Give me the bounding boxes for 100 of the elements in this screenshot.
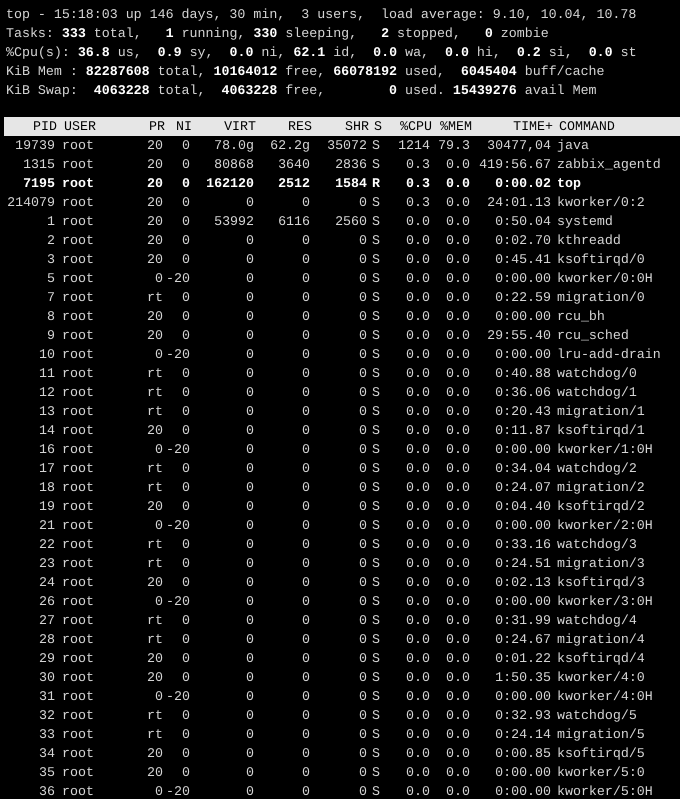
table-cell-text: 0: [358, 251, 367, 269]
table-cell-text: 0.0: [445, 612, 470, 630]
table-cell-text: 0: [358, 365, 367, 383]
table-cell-text: 0:20.43: [494, 403, 551, 421]
table-cell-text: 20: [146, 194, 163, 212]
table-cell-text: 0.0: [405, 251, 430, 269]
table-cell-text: 34: [38, 745, 55, 763]
table-cell-text: rcu_sched: [556, 327, 630, 345]
table-cell-text: 0:00.00: [494, 308, 551, 326]
table-cell-text: 0: [358, 783, 367, 799]
table-cell-text: 162120: [205, 175, 254, 193]
table-cell-text: 0: [301, 346, 310, 364]
table-cell-text: migration/3: [556, 555, 646, 573]
table-cell-text: 0: [181, 175, 190, 193]
table-cell-text: 0: [358, 574, 367, 592]
table-cell-text: root: [61, 175, 95, 193]
table-cell-text: 23: [38, 555, 55, 573]
table-cell-text: watchdog/2: [556, 460, 638, 478]
table-cell-text: 0:00.00: [494, 441, 551, 459]
table-cell-text: 0:01.22: [494, 650, 551, 668]
table-cell-text: migration/2: [556, 479, 646, 497]
table-cell-text: 0.0: [445, 460, 470, 478]
table-cell-text: 0: [358, 669, 367, 687]
table-cell-text: 0: [181, 498, 190, 516]
table-cell-text: -20: [165, 593, 190, 611]
table-cell-text: 0: [358, 327, 367, 345]
table-cell-text: 0: [181, 726, 190, 744]
table-cell-text: S: [371, 612, 380, 630]
table-cell-text: kworker/2:0H: [556, 517, 654, 535]
table-cell-text: 0: [301, 669, 310, 687]
table-cell-text: S: [371, 308, 380, 326]
table-cell-text: S: [371, 213, 380, 231]
table-cell-text: 0: [358, 441, 367, 459]
table-cell-text: 0:11.87: [494, 422, 551, 440]
table-cell-text: 0: [301, 441, 310, 459]
table-cell-text: 1315: [22, 156, 55, 174]
table-cell-text: 0: [181, 213, 190, 231]
table-cell-text: 0: [301, 593, 310, 611]
table-cell-text: 0: [181, 194, 190, 212]
table-cell-text: 0: [358, 479, 367, 497]
table-cell-text: 0: [181, 536, 190, 554]
table-cell-text: 0: [245, 308, 254, 326]
table-cell-text: 0: [358, 764, 367, 782]
table-cell-text: 0: [358, 422, 367, 440]
table-cell-text: S: [371, 270, 380, 288]
table-cell-text: 7195: [22, 175, 55, 193]
table-cell-text: S: [371, 593, 380, 611]
table-cell-text: kworker/4:0: [556, 669, 646, 687]
table-cell-text: 0.0: [445, 213, 470, 231]
table-cell-text: 0.0: [445, 517, 470, 535]
table-cell-text: 10: [38, 346, 55, 364]
table-cell-text: 0.0: [405, 688, 430, 706]
table-cell-text: root: [61, 194, 95, 212]
table-cell-text: 0: [301, 194, 310, 212]
table-cell-text: S: [371, 517, 380, 535]
table-cell-text: 0: [245, 384, 254, 402]
table-cell-text: 0: [181, 460, 190, 478]
table-cell-text: 0: [358, 384, 367, 402]
table-cell-text: 2560: [334, 213, 367, 231]
table-cell-text: S: [371, 726, 380, 744]
table-cell-text: 0: [181, 251, 190, 269]
table-cell-text: 0.0: [445, 574, 470, 592]
table-cell-text: 0: [301, 612, 310, 630]
table-cell-text: root: [61, 650, 95, 668]
table-cell-text: 0: [358, 707, 367, 725]
table-cell-text: root: [61, 270, 95, 288]
table-cell-text: root: [61, 745, 95, 763]
table-cell-text: -20: [165, 270, 190, 288]
table-cell-text: 27: [38, 612, 55, 630]
table-cell-text: -20: [165, 688, 190, 706]
table-cell-text: 0: [181, 384, 190, 402]
table-cell-text: rt: [146, 289, 163, 307]
table-cell-text: 30: [38, 669, 55, 687]
table-cell-text: 0: [358, 270, 367, 288]
table-cell-text: 0.0: [445, 156, 470, 174]
table-cell-text: 20: [146, 137, 163, 155]
table-cell-text: 13: [38, 403, 55, 421]
table-cell-text: 0.0: [405, 726, 430, 744]
column-header: SHR: [344, 118, 369, 136]
table-cell-text: 35072: [326, 137, 367, 155]
table-cell-text: 0: [181, 555, 190, 573]
table-cell-text: 1214: [397, 137, 430, 155]
table-cell-text: 11: [38, 365, 55, 383]
table-cell-text: 20: [146, 156, 163, 174]
table-cell-text: 0.0: [405, 555, 430, 573]
table-cell-text: 0.0: [445, 593, 470, 611]
table-cell-text: rt: [146, 555, 163, 573]
table-cell-text: 0: [245, 498, 254, 516]
table-cell-text: root: [61, 479, 95, 497]
table-cell-text: root: [61, 403, 95, 421]
table-cell-text: 1584: [334, 175, 367, 193]
table-cell-text: 0.0: [445, 346, 470, 364]
table-cell-text: 0: [301, 270, 310, 288]
table-cell-text: 32: [38, 707, 55, 725]
table-cell-text: 3640: [277, 156, 310, 174]
table-cell-text: 0: [154, 517, 163, 535]
table-cell-text: 0: [245, 688, 254, 706]
table-cell-text: S: [371, 365, 380, 383]
table-cell-text: 0: [245, 574, 254, 592]
table-cell-text: watchdog/4: [556, 612, 638, 630]
